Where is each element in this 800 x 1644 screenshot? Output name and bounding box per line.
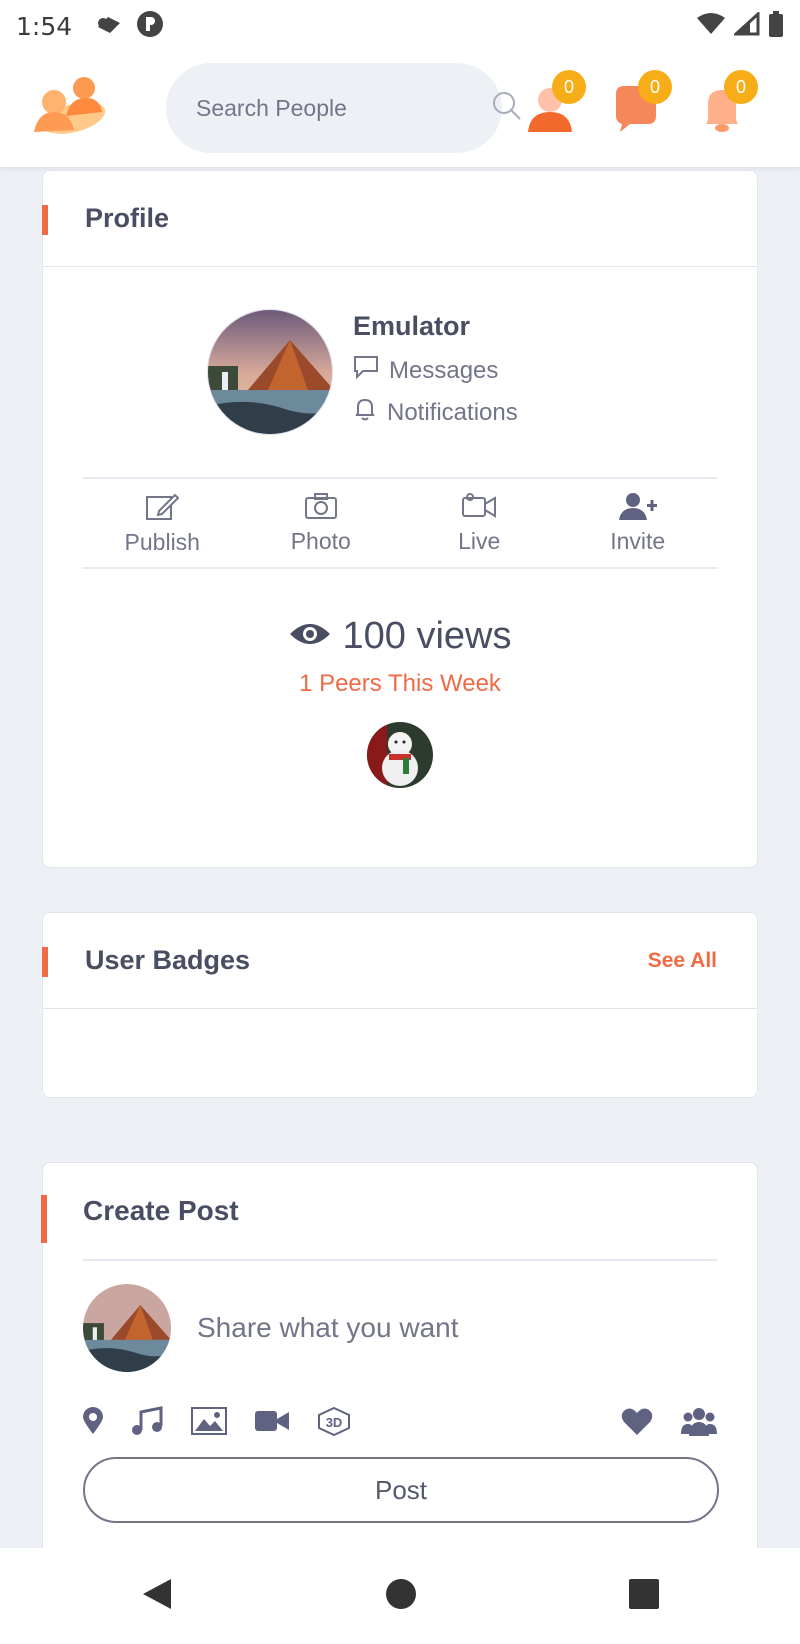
back-icon[interactable] [141, 1577, 173, 1616]
section-accent [42, 205, 48, 235]
friend-requests-button[interactable]: 0 [522, 70, 586, 136]
app-p-icon [136, 10, 164, 43]
profile-notifications-link[interactable]: Notifications [353, 397, 518, 428]
friend-requests-icon [522, 88, 582, 140]
user-badges-card: User Badges See All [42, 912, 758, 1098]
wifi-icon [696, 12, 726, 41]
section-accent [42, 947, 48, 977]
notifications-nav-button[interactable]: 0 [694, 70, 758, 136]
publish-label: Publish [124, 528, 200, 555]
notifications-label: Notifications [387, 398, 518, 426]
peers-this-week[interactable]: 1 Peers This Week [43, 670, 757, 698]
friend-requests-badge: 0 [552, 70, 586, 104]
invite-action[interactable]: Invite [559, 479, 718, 567]
user-plus-icon [618, 492, 657, 526]
create-post-header: Create Post [41, 1163, 717, 1261]
3d-icon[interactable]: 3D [317, 1406, 351, 1436]
messages-nav-button[interactable]: 0 [608, 70, 672, 136]
photo-label: Photo [290, 527, 351, 554]
cloud-icon [94, 13, 124, 40]
messages-label: Messages [389, 356, 499, 384]
edit-icon [145, 491, 180, 527]
messages-icon [608, 86, 668, 140]
peer-avatar[interactable] [367, 722, 433, 788]
music-icon[interactable] [131, 1406, 163, 1436]
live-action[interactable]: Live [400, 479, 559, 567]
profile-card-header: Profile [42, 171, 757, 267]
image-icon[interactable] [191, 1407, 227, 1435]
user-badges-title: User Badges [85, 945, 251, 975]
chat-bubble-icon [353, 355, 379, 386]
profile-title: Profile [85, 203, 170, 233]
video-icon[interactable] [255, 1409, 289, 1433]
status-bar: 1:54 [0, 0, 800, 52]
create-post-card: Create Post 3D [41, 1162, 758, 1562]
section-accent [41, 1195, 47, 1243]
eye-icon [289, 615, 331, 658]
location-icon[interactable] [83, 1407, 103, 1435]
svg-text:3D: 3D [326, 1415, 343, 1430]
see-all-link[interactable]: See All [648, 949, 717, 973]
bell-outline-icon [353, 397, 377, 428]
top-app-bar: 0 0 0 [0, 52, 800, 168]
android-navigation-bar [0, 1548, 800, 1644]
profile-avatar[interactable] [207, 309, 333, 435]
publish-action[interactable]: Publish [83, 479, 242, 567]
views-count: 100 views [342, 615, 512, 657]
notifications-bell-icon [694, 90, 754, 140]
post-tools: 3D [83, 1395, 717, 1447]
video-camera-icon [461, 492, 497, 526]
profile-views: 100 views [43, 615, 757, 658]
status-time: 1:54 [16, 11, 73, 41]
heart-icon[interactable] [621, 1407, 653, 1435]
users-logo-icon[interactable] [26, 72, 116, 144]
search-icon[interactable] [492, 91, 522, 126]
post-button[interactable]: Post [83, 1457, 719, 1523]
search-input[interactable] [196, 94, 492, 122]
notifications-badge: 0 [724, 70, 758, 104]
signal-icon [732, 10, 760, 41]
photo-action[interactable]: Photo [242, 479, 401, 567]
camera-icon [304, 492, 338, 526]
create-post-title: Create Post [83, 1195, 239, 1226]
profile-name[interactable]: Emulator [353, 311, 470, 342]
home-icon[interactable] [385, 1578, 417, 1615]
composer-avatar[interactable] [83, 1284, 171, 1372]
group-icon[interactable] [681, 1406, 717, 1436]
profile-actions: Publish Photo Live Invite [83, 477, 717, 569]
invite-label: Invite [610, 527, 666, 554]
live-label: Live [458, 527, 501, 554]
profile-card: Profile Emulator Messages Notifications … [42, 170, 758, 868]
messages-badge: 0 [638, 70, 672, 104]
profile-messages-link[interactable]: Messages [353, 355, 498, 386]
search-bar[interactable] [166, 63, 521, 153]
user-badges-header: User Badges See All [42, 913, 757, 1009]
battery-icon [768, 10, 784, 42]
recents-icon[interactable] [629, 1578, 659, 1614]
post-text-input[interactable] [197, 1312, 717, 1344]
